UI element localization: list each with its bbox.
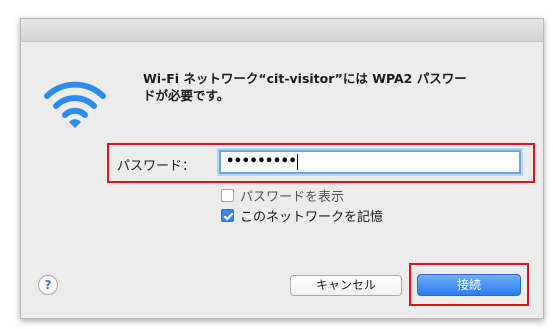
show-password-option[interactable]: パスワードを表示 (221, 186, 344, 205)
dialog-message: Wi-Fi ネットワーク“cit-visitor”には WPA2 パスワー ドが… (143, 70, 513, 104)
password-masked-value: ••••••••• (226, 154, 297, 169)
password-input[interactable]: ••••••••• (219, 150, 521, 174)
remember-network-checkbox[interactable] (221, 209, 234, 222)
help-button[interactable]: ? (38, 275, 58, 295)
show-password-label: パスワードを表示 (240, 190, 345, 205)
text-caret (297, 154, 299, 170)
remember-network-label: このネットワークを記憶 (240, 210, 384, 225)
wifi-icon (44, 81, 106, 128)
dialog-message-line-2: ドが必要です。 (143, 88, 230, 103)
connect-button[interactable]: 接続 (417, 274, 521, 296)
password-label: パスワード： (117, 159, 196, 174)
dialog-message-line-1: Wi-Fi ネットワーク“cit-visitor”には WPA2 パスワー (143, 71, 467, 86)
cancel-button[interactable]: キャンセル (290, 275, 402, 296)
remember-network-option[interactable]: このネットワークを記憶 (221, 206, 383, 225)
show-password-checkbox[interactable] (221, 189, 234, 202)
